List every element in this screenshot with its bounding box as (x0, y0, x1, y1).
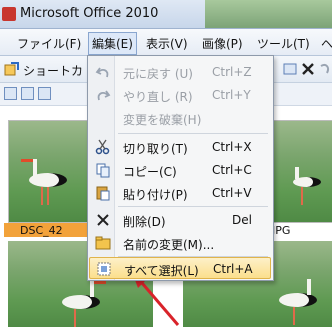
menu-item-shortcut: Del (232, 213, 252, 227)
menu-item-shortcut: Ctrl+X (212, 140, 252, 154)
menu-item-paste[interactable]: 貼り付け(P) Ctrl+V (89, 182, 271, 204)
single-view-icon[interactable] (38, 87, 51, 100)
menu-item-undo[interactable]: 元に戻す (U) Ctrl+Z (89, 61, 271, 83)
edit-tool-icon[interactable] (283, 61, 299, 77)
menu-item-shortcut: Ctrl+A (213, 262, 253, 276)
menu-bar: ファイル(F) 編集(E) 表示(V) 画像(P) ツール(T) ヘ (0, 29, 332, 56)
menu-item-label: 変更を破棄(H) (123, 113, 202, 127)
redo-icon (97, 90, 111, 101)
menu-separator (118, 206, 268, 207)
menu-item-label: 貼り付け(P) (123, 188, 188, 202)
menu-item-copy[interactable]: コピー(C) Ctrl+C (89, 159, 271, 181)
scissors-icon (95, 139, 110, 155)
thumbnail-view-icon[interactable] (4, 87, 17, 100)
menu-item-label: 切り取り(T) (123, 142, 188, 156)
photo-thumbnail[interactable] (8, 120, 90, 223)
title-bar: Microsoft Office 2010 (0, 0, 332, 29)
filmstrip-view-icon[interactable] (21, 87, 34, 100)
menu-item-redo[interactable]: やり直し (R) Ctrl+Y (89, 84, 271, 106)
menu-item-delete[interactable]: 削除(D) Del (89, 209, 271, 231)
menu-item-shortcut: Ctrl+Z (212, 65, 252, 79)
photo-thumbnail[interactable] (272, 120, 332, 223)
title-background-image (205, 0, 332, 28)
thumbnail-caption: DSC_42 (20, 224, 63, 237)
undo-icon (95, 67, 109, 78)
menu-file[interactable]: ファイル(F) (14, 34, 84, 53)
menu-item-label: 削除(D) (123, 215, 166, 229)
thumbnail-caption: JPG (272, 224, 291, 237)
menu-item-label: すべて選択(L) (124, 264, 199, 278)
office-app-icon (2, 7, 16, 21)
menu-item-rename[interactable]: 名前の変更(M)... (89, 232, 271, 254)
copy-icon (96, 163, 110, 178)
menu-item-label: コピー(C) (123, 165, 177, 179)
menu-edit[interactable]: 編集(E) (88, 32, 137, 55)
close-x-icon[interactable] (300, 61, 316, 77)
paste-icon (96, 186, 110, 201)
menu-help[interactable]: ヘ (318, 34, 332, 53)
menu-item-select-all[interactable]: すべて選択(L) Ctrl+A (89, 257, 271, 279)
menu-item-discard-changes[interactable]: 変更を破棄(H) (89, 107, 271, 129)
shortcut-label[interactable]: ショートカ (23, 62, 83, 79)
menu-separator (118, 133, 268, 134)
menu-view[interactable]: 表示(V) (143, 34, 191, 53)
delete-x-icon (97, 214, 109, 226)
menu-picture[interactable]: 画像(P) (199, 34, 246, 53)
shortcut-icon[interactable] (4, 61, 20, 77)
menu-item-label: やり直し (R) (123, 90, 193, 104)
undo-toolbar-icon[interactable] (316, 61, 332, 77)
menu-tools[interactable]: ツール(T) (254, 34, 313, 53)
rename-icon (95, 236, 111, 250)
window-title: Microsoft Office 2010 (20, 6, 159, 21)
menu-item-label: 名前の変更(M)... (123, 238, 215, 252)
select-all-icon (97, 262, 111, 276)
edit-menu-dropdown: 元に戻す (U) Ctrl+Z やり直し (R) Ctrl+Y 変更を破棄(H)… (87, 55, 274, 281)
menu-item-shortcut: Ctrl+V (212, 186, 252, 200)
menu-item-shortcut: Ctrl+Y (212, 88, 251, 102)
menu-item-shortcut: Ctrl+C (212, 163, 252, 177)
menu-item-label: 元に戻す (U) (123, 67, 193, 81)
menu-item-cut[interactable]: 切り取り(T) Ctrl+X (89, 136, 271, 158)
